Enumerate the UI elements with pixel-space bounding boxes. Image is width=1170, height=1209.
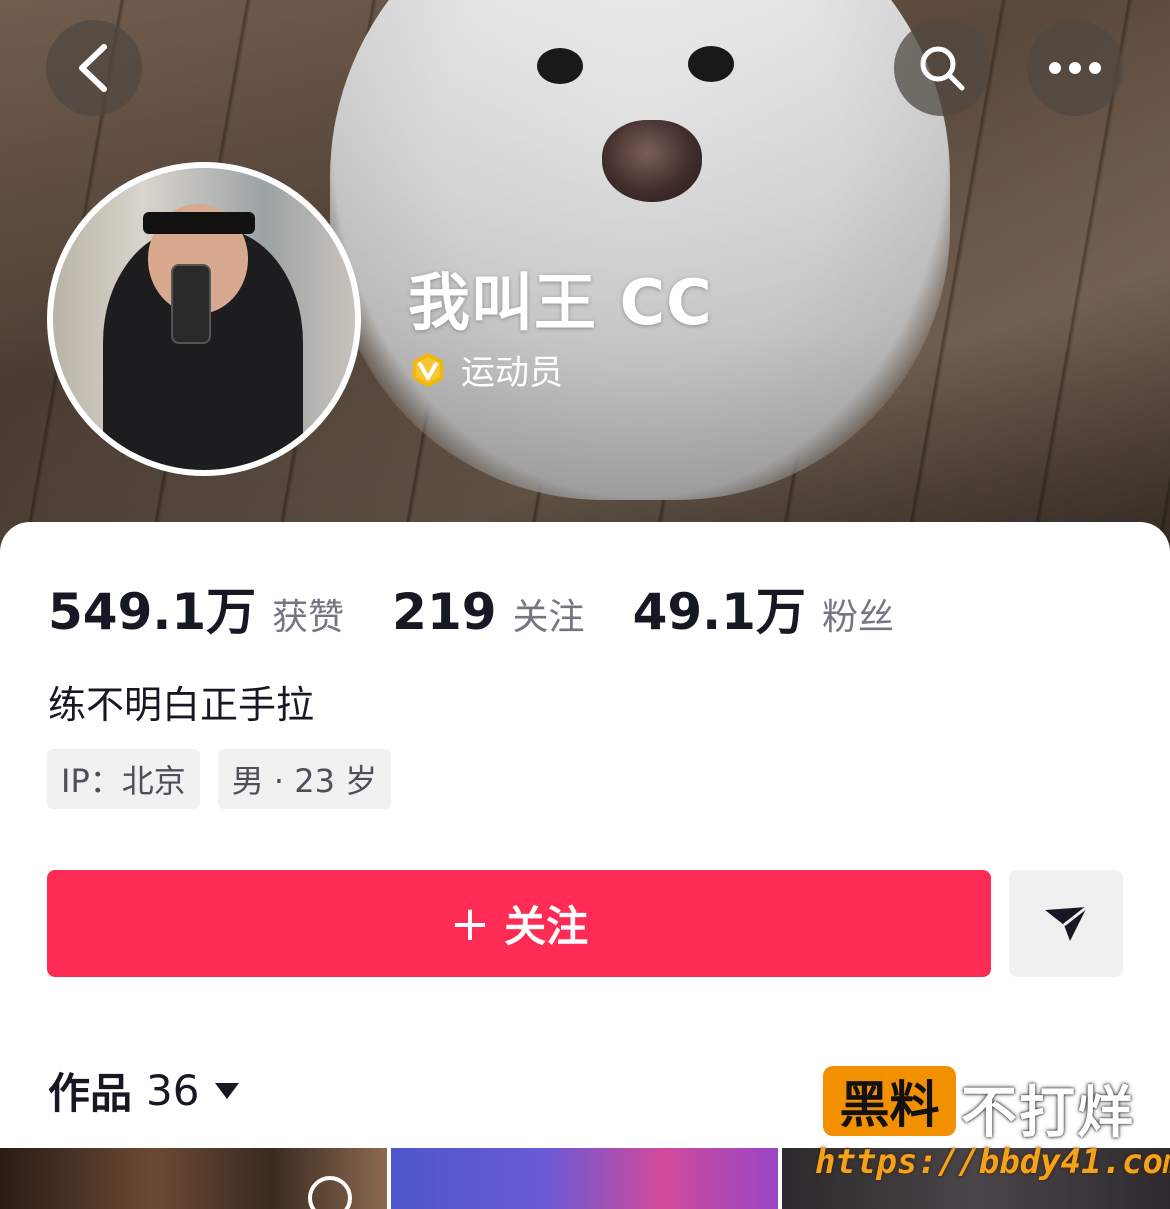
- watermark-badge: 黑料: [823, 1066, 956, 1136]
- verification-badge: 运动员: [409, 345, 563, 394]
- works-tab-label: 作品: [48, 1069, 133, 1118]
- stat-likes[interactable]: 549.1万 获赞: [48, 572, 344, 644]
- watermark-url: https://bbdy41.com: [815, 1142, 1170, 1182]
- search-button[interactable]: [894, 20, 990, 116]
- more-icon: [1049, 62, 1101, 74]
- profile-tags: IP：北京 男 · 23 岁: [47, 749, 392, 809]
- gender-age-tag: 男 · 23 岁: [217, 749, 392, 809]
- works-tab-count: 36: [146, 1066, 200, 1115]
- stat-label: 关注: [512, 597, 585, 638]
- avatar-phone: [171, 264, 211, 344]
- follow-button[interactable]: + 关注: [47, 870, 991, 977]
- stat-label: 粉丝: [821, 597, 894, 638]
- stat-label: 获赞: [272, 597, 345, 638]
- works-tab[interactable]: 作品 36: [48, 1060, 241, 1121]
- stat-followers[interactable]: 49.1万 粉丝: [633, 572, 894, 644]
- follow-label: 关注: [504, 902, 589, 951]
- caret-down-icon: [215, 1082, 240, 1099]
- plus-icon: +: [449, 895, 491, 952]
- avatar[interactable]: [47, 162, 361, 476]
- stat-value: 219: [392, 583, 497, 641]
- stat-following[interactable]: 219 关注: [392, 583, 584, 641]
- profile-stats: 549.1万 获赞 219 关注 49.1万 粉丝: [48, 572, 942, 644]
- more-button[interactable]: [1027, 20, 1123, 116]
- send-message-button[interactable]: [1009, 870, 1123, 977]
- back-button[interactable]: [46, 20, 142, 116]
- verification-label: 运动员: [461, 353, 563, 393]
- ip-location-tag: IP：北京: [47, 749, 200, 809]
- back-icon: [79, 44, 107, 92]
- stat-value: 49.1万: [632, 583, 806, 641]
- search-icon: [920, 46, 965, 91]
- verified-v-icon: [413, 352, 443, 387]
- avatar-headband: [143, 212, 255, 234]
- send-icon: [1045, 905, 1088, 941]
- profile-bio: 练不明白正手拉: [48, 683, 315, 727]
- watermark-text: 不打烊: [961, 1081, 1135, 1146]
- video-thumbnail[interactable]: [391, 1148, 778, 1209]
- watermark: 黑料 不打烊 https://bbdy41.com: [815, 1066, 1170, 1206]
- profile-name: 我叫王 CC: [408, 266, 713, 339]
- stat-value: 549.1万: [48, 583, 257, 641]
